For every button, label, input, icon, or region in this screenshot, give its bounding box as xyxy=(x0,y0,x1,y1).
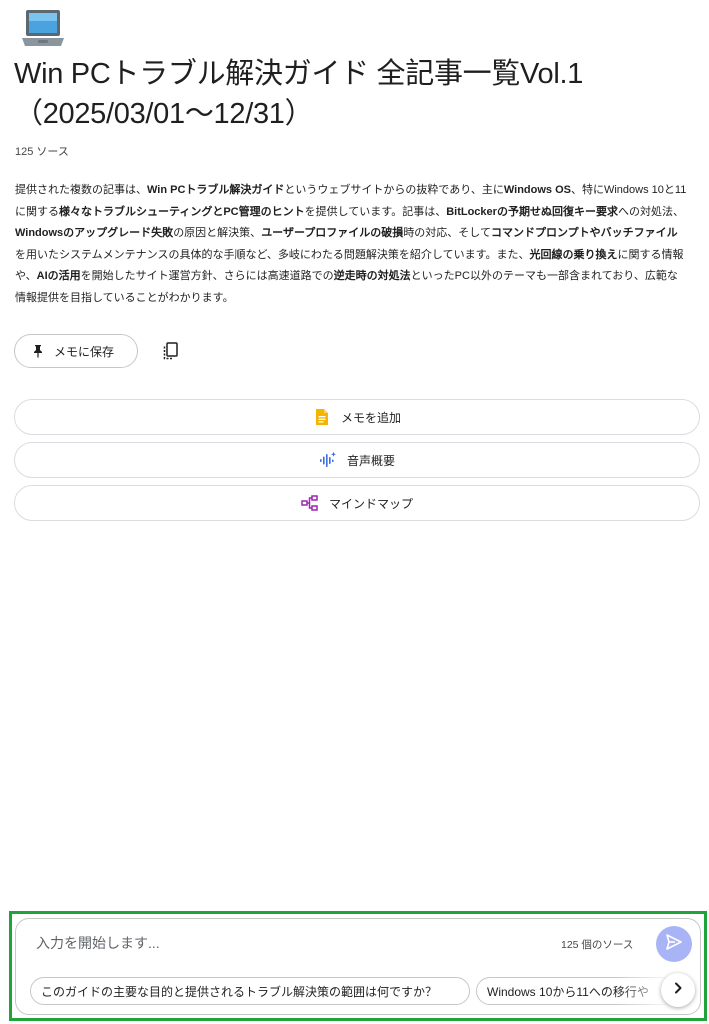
mindmap-icon xyxy=(301,494,319,512)
add-note-button[interactable]: メモを追加 xyxy=(14,399,700,435)
summary-bold-text: Win PCトラブル解決ガイド xyxy=(147,184,285,196)
summary-text: というウェブサイトからの抜粋であり、主に xyxy=(284,184,504,196)
summary-text: を提供しています。記事は、 xyxy=(304,205,447,218)
summary-bold-text: 様々なトラブルシューティングとPC管理のヒント xyxy=(59,205,305,218)
pin-icon xyxy=(32,344,44,358)
summary-text: 提供された複数の記事は、 xyxy=(15,184,147,196)
source-count: 125 ソース xyxy=(15,146,69,158)
summary-text: を用いたシステムメンテナンスの具体的な手順など、多岐にわたる問題解決策を紹介して… xyxy=(15,248,530,261)
mindmap-button[interactable]: マインドマップ xyxy=(14,485,700,521)
chevron-right-icon xyxy=(671,981,685,1000)
send-icon xyxy=(665,933,683,956)
summary-text: への対処法、 xyxy=(617,205,684,218)
summary-bold-text: AIの活用 xyxy=(36,270,81,283)
summary-bold-text: Windowsのアップグレード失敗 xyxy=(15,227,174,240)
summary-bold-text: ユーザープロファイルの破損 xyxy=(261,227,404,240)
suggestion-chip[interactable]: このガイドの主要な目的と提供されるトラブル解決策の範囲は何ですか？ xyxy=(30,977,470,1005)
summary-text: 時の対応、そして xyxy=(403,227,491,240)
audio-wave-icon xyxy=(319,451,337,469)
mindmap-label: マインドマップ xyxy=(328,496,413,511)
chat-box: 125 個のソース このガイドの主要な目的と提供されるトラブル解決策の範囲は何で… xyxy=(15,918,701,1015)
note-icon xyxy=(313,408,331,426)
summary-text: の原因と解決策、 xyxy=(173,227,262,240)
send-button[interactable] xyxy=(656,926,692,962)
chat-input[interactable] xyxy=(36,933,536,953)
chat-source-count: 125 個のソース xyxy=(561,939,634,951)
audio-overview-label: 音声概要 xyxy=(346,453,395,468)
page-title: Win PCトラブル解決ガイド 全記事一覧Vol.1（2025/03/01〜12… xyxy=(14,58,584,130)
summary-bold-text: Windows OS xyxy=(503,184,571,196)
summary-text: を開始したサイト運営方針、さらには高速道路での xyxy=(80,270,334,283)
summary-bold-text: 逆走時の対処法 xyxy=(333,270,411,283)
save-to-note-label: メモに保存 xyxy=(54,344,115,359)
suggestions-next-button[interactable] xyxy=(661,973,695,1007)
summary-bold-text: コマンドプロンプトやバッチファイル xyxy=(490,227,678,240)
save-to-note-button[interactable]: メモに保存 xyxy=(14,334,138,368)
summary-bold-text: 光回線の乗り換え xyxy=(529,248,618,261)
source-summary: 提供された複数の記事は、Win PCトラブル解決ガイドというウェブサイトからの抜… xyxy=(15,180,687,310)
summary-bold-text: BitLockerの予期せぬ回復キー要求 xyxy=(446,205,618,218)
laptop-icon xyxy=(20,6,66,52)
audio-overview-button[interactable]: 音声概要 xyxy=(14,442,700,478)
copy-icon[interactable] xyxy=(160,340,182,362)
add-note-label: メモを追加 xyxy=(340,410,401,425)
